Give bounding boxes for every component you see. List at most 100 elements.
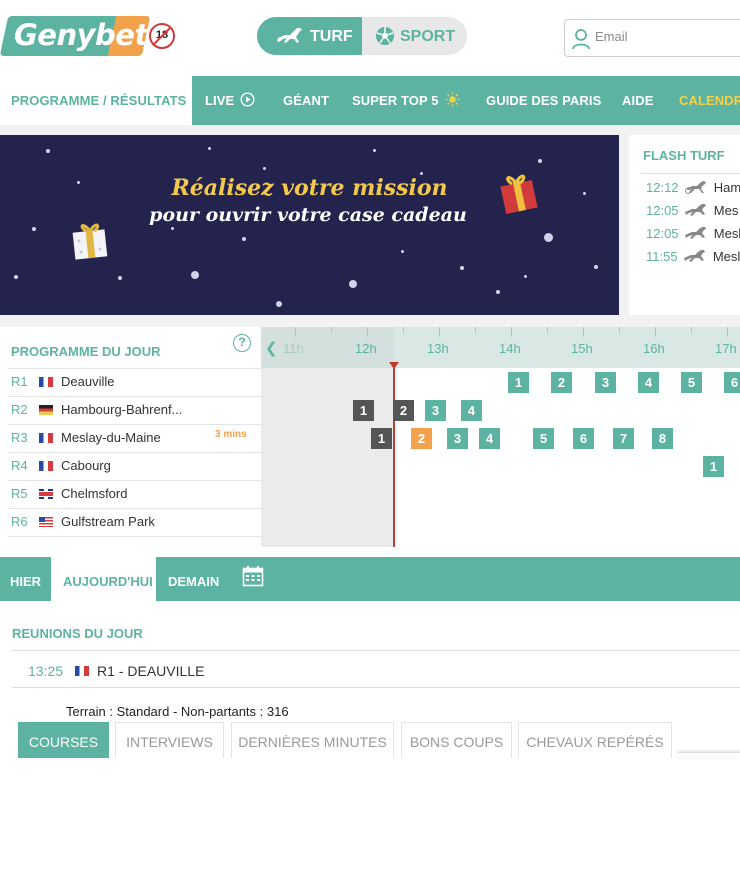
user-icon [572,29,590,50]
nav-aide[interactable]: AIDE [622,76,653,125]
race-block[interactable]: 5 [681,372,702,393]
reunion-time: 13:25 [28,663,64,679]
meeting-name: Cabourg [61,458,111,473]
hour-label: 15h [571,341,593,356]
flash-race-name: Mesl [713,226,740,241]
soccer-ball-icon [376,27,394,45]
flash-race-name: Mes [713,203,739,218]
race-block[interactable]: 6 [724,372,740,393]
reunion-name: R1 - DEAUVILLE [97,663,205,679]
reunion-row-r1[interactable]: 13:25 R1 - DEAUVILLE [28,663,204,679]
play-circle-icon [240,92,255,107]
nav-geant[interactable]: GÉANT [283,76,329,125]
flash-time: 12:05 [646,226,679,241]
race-block[interactable]: 1 [703,456,724,477]
race-block[interactable]: 6 [573,428,594,449]
banner-subline: pour ouvrir votre case cadeau [149,204,467,226]
meeting-row-r5[interactable]: R5 Chelmsford [11,480,127,508]
turf-label: TURF [310,28,353,45]
gb-flag-icon [39,489,53,499]
race-block[interactable]: 8 [652,428,673,449]
turf-toggle[interactable]: TURF [257,17,362,55]
meeting-row-r2[interactable]: R2 Hambourg-Bahrenf... [11,396,182,424]
meeting-name: Chelmsford [61,486,128,501]
de-flag-icon [39,405,53,415]
tab-dernieres-minutes[interactable]: DERNIÈRES MINUTES [231,722,394,758]
nav-super-top-5[interactable]: SUPER TOP 5 [352,76,460,125]
flash-race-name: Ham [713,180,740,195]
hour-label: 17h [715,341,737,356]
nav-live[interactable]: LIVE [205,76,255,125]
gallop-horse-icon [685,204,707,216]
race-block[interactable]: 4 [479,428,500,449]
nav-guide-des-paris[interactable]: GUIDE DES PARIS [486,76,601,125]
meeting-code: R1 [11,374,28,389]
fr-flag-icon [39,433,53,443]
tab-aujourdhui[interactable]: AUJOURD'HUI [51,557,156,601]
race-block[interactable]: 4 [638,372,659,393]
race-block[interactable]: 1 [508,372,529,393]
flash-turf-panel: FLASH TURF 12:12 Ham 12:05 Mes 12:05 Mes… [629,135,740,315]
sport-toggle[interactable]: SPORT [362,17,467,55]
meeting-code: R3 [11,430,28,445]
race-block[interactable]: 2 [551,372,572,393]
calendar-icon[interactable] [242,565,264,587]
main-navigation: PROGRAMME / RÉSULTATS LIVE GÉANT SUPER T… [0,76,740,125]
race-block[interactable]: 7 [613,428,634,449]
help-icon[interactable]: ? [233,334,251,352]
race-block[interactable]: 1 [353,400,374,421]
flash-turf-item[interactable]: 12:05 Mes [646,203,738,218]
site-header: Genybet 18 TURF SPORT [0,0,740,76]
race-block[interactable]: 3 [595,372,616,393]
flash-turf-item[interactable]: 12:12 Ham [646,180,740,195]
tab-hier[interactable]: HIER [10,557,41,601]
race-block[interactable]: 4 [461,400,482,421]
meeting-row-r1[interactable]: R1 Deauville [11,368,114,396]
race-block[interactable]: 1 [371,428,392,449]
hour-label: 11h [283,341,304,356]
nav-programme-resultats[interactable]: PROGRAMME / RÉSULTATS [0,76,192,125]
fr-flag-icon [39,461,53,471]
tab-courses[interactable]: COURSES [18,722,109,758]
meeting-code: R4 [11,458,28,473]
meeting-row-r3[interactable]: R3 Meslay-du-Maine [11,424,161,452]
genybet-logo[interactable]: Genybet [0,16,151,56]
programme-du-jour: PROGRAMME DU JOUR ? R1 Deauville R2 Hambour… [0,327,740,547]
email-field-wrapper [564,19,740,57]
chevron-left-icon[interactable]: ❮ [265,339,278,357]
flash-turf-item[interactable]: 11:55 Mesl [646,249,740,264]
age-restriction-icon: 18 [149,23,175,49]
race-block[interactable]: 3 [425,400,446,421]
sun-icon [445,92,460,107]
flash-turf-item[interactable]: 12:05 Mesl [646,226,740,241]
nav-label: LIVE [205,93,235,108]
promo-area: Réalisez votre mission pour ouvrir votre… [0,125,740,327]
race-block[interactable]: 3 [447,428,468,449]
flash-race-name: Mesl [712,249,740,264]
flash-time: 12:12 [646,180,679,195]
day-tabs: HIER AUJOURD'HUI DEMAIN [0,557,740,601]
us-flag-icon [39,517,53,527]
promo-banner[interactable]: Réalisez votre mission pour ouvrir votre… [0,135,619,315]
race-block[interactable]: 2 [411,428,432,449]
turf-sport-switch: TURF SPORT [257,17,467,55]
tab-demain[interactable]: DEMAIN [168,557,219,601]
meeting-row-r4[interactable]: R4 Cabourg [11,452,111,480]
reunions-title: REUNIONS DU JOUR [12,626,143,641]
meeting-row-r6[interactable]: R6 Gulfstream Park [11,508,155,536]
nav-calendrier[interactable]: CALENDRIER [679,76,740,125]
tab-chevaux-reperes[interactable]: CHEVAUX REPÉRÉS [518,722,672,758]
terrain-info: Terrain : Standard - Non-partants : 316 [66,704,289,719]
race-block[interactable]: 5 [533,428,554,449]
hour-label: 13h [427,341,449,356]
banner-headline: Réalisez votre mission [171,175,448,201]
trotter-icon [685,181,707,194]
flash-time: 12:05 [646,203,679,218]
tab-bons-coups[interactable]: BONS COUPS [401,722,512,758]
race-block[interactable]: 2 [393,400,414,421]
hour-label: 16h [643,341,665,356]
tab-interviews[interactable]: INTERVIEWS [115,722,224,758]
hour-label: 12h [355,341,377,356]
email-input[interactable] [595,29,735,44]
meeting-name: Hambourg-Bahrenf... [61,402,183,417]
